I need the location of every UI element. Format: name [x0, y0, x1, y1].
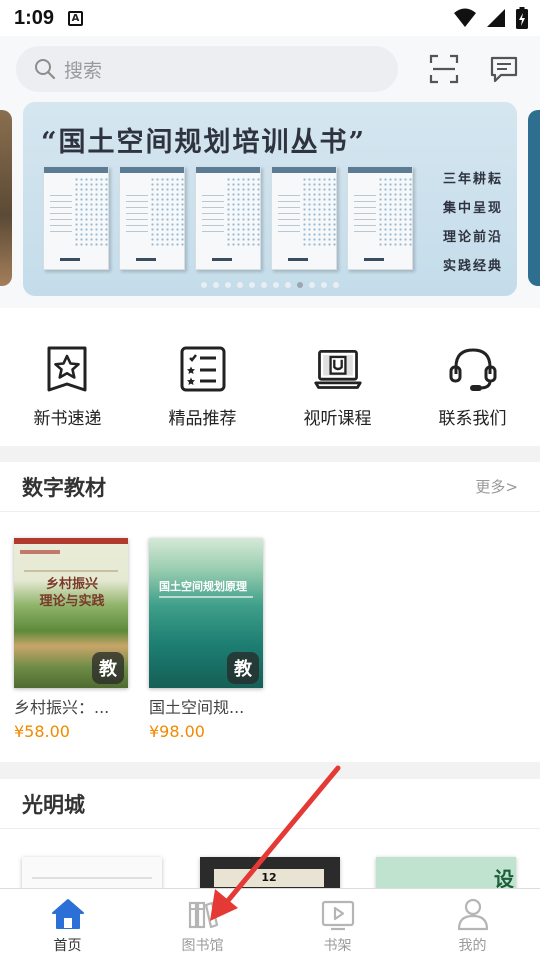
quick-nav-contact[interactable]: 联系我们 [405, 308, 540, 446]
pager-dot[interactable] [309, 282, 315, 288]
quick-nav-label: 新书速递 [33, 409, 102, 429]
banner-book-cover [347, 166, 413, 270]
pager-dot[interactable] [261, 282, 267, 288]
banner-carousel[interactable]: “国土空间规划培训丛书” 三年耕耘 集中呈现 理论前沿 实践经典 [0, 102, 540, 308]
pager-dot[interactable] [333, 282, 339, 288]
signal-icon [487, 9, 505, 27]
pager-dot[interactable] [237, 282, 243, 288]
status-time: 1:09 [14, 6, 55, 29]
book-cover[interactable]: 12 STREETS&BLOCKS [200, 857, 340, 888]
pager-dot[interactable] [225, 282, 231, 288]
pager-dot[interactable] [321, 282, 327, 288]
banner-prev-slide[interactable] [0, 110, 12, 286]
banner-book-cover [43, 166, 109, 270]
tab-library[interactable]: 图书馆 [135, 889, 270, 960]
product-price: ¥98.00 [149, 722, 205, 741]
status-bar: 1:09 A [0, 0, 540, 36]
pager-dot-active[interactable] [297, 282, 303, 288]
tab-profile[interactable]: 我的 [405, 889, 540, 960]
library-icon [188, 901, 218, 929]
guangming-section: 光明城 12 STREETS&BLOCKS 设 [0, 779, 540, 888]
quick-nav-label: 视听课程 [303, 409, 372, 429]
digital-textbooks-section: 数字教材 更多> 乡村振兴理论与实践 教 乡村振兴：... ¥58.00 国土空… [0, 462, 540, 762]
product-cover: 国土空间规划原理 教 [149, 538, 263, 688]
slogan-line: 实践经典 [442, 259, 503, 274]
book-cover[interactable]: 设 [376, 857, 516, 888]
quick-nav-courses[interactable]: 视听课程 [270, 308, 405, 446]
more-link[interactable]: 更多> [475, 476, 518, 497]
banner-title: “国土空间规划培训丛书” [41, 127, 367, 158]
tab-label: 图书馆 [181, 938, 224, 954]
product-card[interactable]: 国土空间规划原理 教 国土空间规... ¥98.00 [149, 538, 267, 741]
tab-label: 首页 [53, 938, 82, 954]
section-title: 数字教材 [22, 475, 106, 500]
tab-label: 书架 [323, 938, 352, 954]
status-indicators [454, 7, 528, 29]
tab-home[interactable]: 首页 [0, 889, 135, 960]
quick-nav-recommended[interactable]: 精品推荐 [135, 308, 270, 446]
list-icon [180, 346, 225, 392]
headset-icon [449, 348, 496, 391]
bottom-tab-bar: 首页 图书馆 书架 我的 [0, 888, 540, 960]
banner-next-slide[interactable] [528, 110, 540, 286]
star-book-icon [47, 346, 86, 392]
home-icon [51, 899, 84, 929]
slogan-line: 理论前沿 [442, 230, 503, 245]
pager-dot[interactable] [285, 282, 291, 288]
product-cover: 乡村振兴理论与实践 教 [14, 538, 128, 688]
search-placeholder: 搜索 [64, 59, 103, 82]
search-bar[interactable]: 搜索 [16, 46, 398, 92]
cover-title-line2: 理论与实践 [39, 594, 105, 609]
bookshelf-play-icon [321, 900, 354, 931]
banner-book-cover [195, 166, 261, 270]
slogan-line: 集中呈现 [442, 201, 503, 216]
product-name: 国土空间规... [149, 698, 245, 717]
quick-nav-label: 联系我们 [438, 409, 507, 429]
pager-dot[interactable] [273, 282, 279, 288]
search-icon [35, 59, 56, 80]
app-screen: 1:09 A 搜索 “国土空间规划培训丛书” 三年耕耘 集中呈现 理论前沿 实践… [0, 0, 540, 960]
wifi-icon [454, 8, 476, 27]
cover-title: 乡村振兴 理论与实践 [32, 576, 112, 610]
product-name: 乡村振兴：... [14, 698, 110, 717]
quick-nav-label: 精品推荐 [168, 409, 237, 429]
scan-icon[interactable] [429, 54, 459, 84]
status-notification-icon: A [68, 10, 84, 26]
cover-title-line1: 乡村振兴 [45, 577, 98, 592]
quick-nav-new-books[interactable]: 新书速递 [0, 308, 135, 446]
user-icon [457, 898, 488, 931]
section-header: 光明城 [0, 779, 540, 829]
pager-dot[interactable] [213, 282, 219, 288]
banner-book-cover [119, 166, 185, 270]
product-card[interactable]: 乡村振兴理论与实践 教 乡村振兴：... ¥58.00 [14, 538, 132, 741]
book-cover[interactable] [22, 857, 162, 888]
book-cover-glyph: 设 [494, 867, 514, 888]
book-cover-label: 12 STREETS&BLOCKS [214, 869, 324, 887]
cover-title: 国土空间规划原理 [159, 580, 247, 593]
section-title: 光明城 [22, 792, 85, 817]
pager-dot[interactable] [249, 282, 255, 288]
product-price: ¥58.00 [14, 722, 70, 741]
pager-dot[interactable] [201, 282, 207, 288]
textbook-badge: 教 [227, 652, 259, 684]
carousel-pager [23, 282, 517, 288]
laptop-video-icon [313, 350, 362, 389]
banner-slide[interactable]: “国土空间规划培训丛书” 三年耕耘 集中呈现 理论前沿 实践经典 [23, 102, 517, 296]
tab-label: 我的 [458, 938, 487, 954]
slogan-line: 三年耕耘 [442, 172, 503, 187]
quick-nav: 新书速递 精品推荐 视听课程 联系我们 [0, 308, 540, 446]
banner-slogan: 三年耕耘 集中呈现 理论前沿 实践经典 [443, 168, 503, 274]
tab-bookshelf[interactable]: 书架 [270, 889, 405, 960]
message-icon[interactable] [489, 54, 519, 84]
section-header: 数字教材 更多> [0, 462, 540, 512]
banner-book-cover [271, 166, 337, 270]
battery-charging-icon [516, 7, 528, 29]
search-header: 搜索 [0, 36, 540, 102]
textbook-badge: 教 [92, 652, 124, 684]
